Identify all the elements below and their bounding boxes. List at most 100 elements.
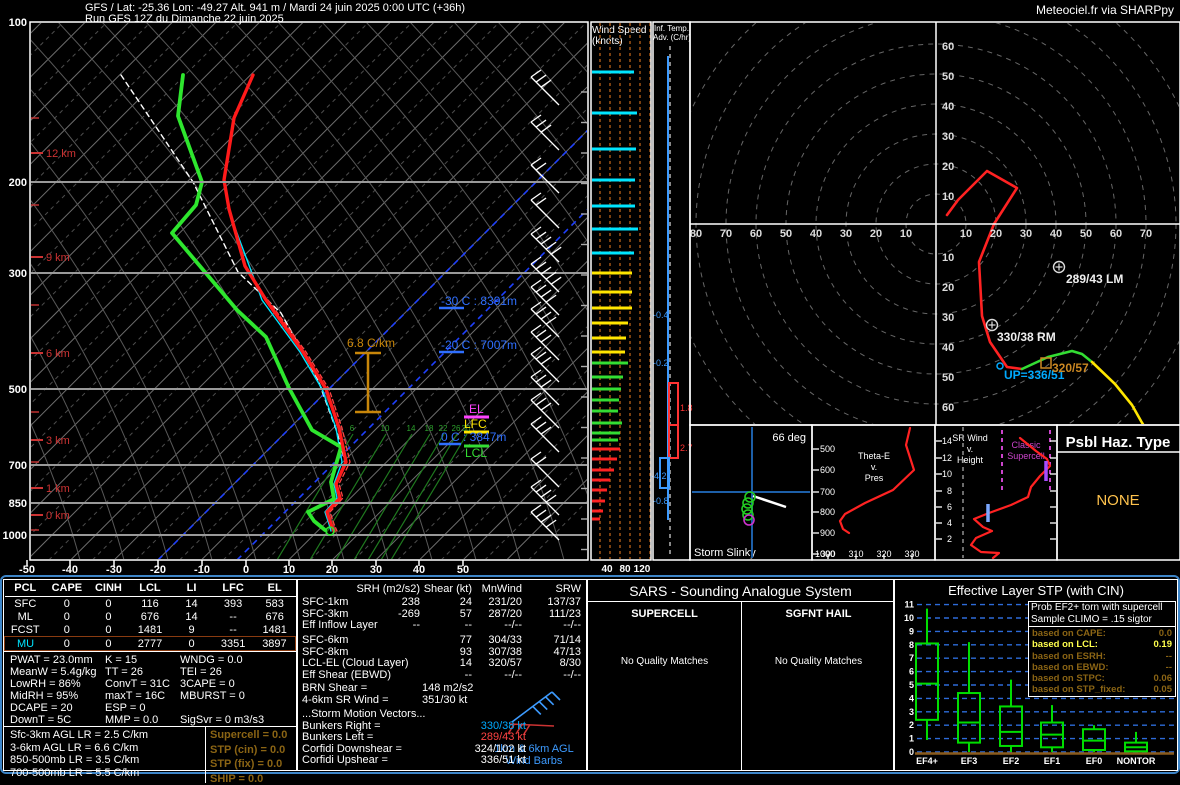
parcel-cell: 0	[46, 623, 88, 637]
wind-speed-bar	[592, 458, 617, 461]
wind-axis-label: 80	[619, 564, 631, 575]
hodo-axis-label: 60	[942, 402, 954, 414]
kinematics-cell: --/--	[524, 619, 581, 631]
kinematics-cell: LCL-EL (Cloud Layer)	[302, 657, 409, 669]
storm-motion-title-row: ...Storm Motion Vectors...	[298, 708, 586, 720]
wind-axis-label: 40	[601, 564, 613, 575]
pressure-label: 700	[9, 460, 27, 472]
srwind-title-1: SR Wind	[952, 433, 988, 443]
wind-speed-bar	[592, 351, 625, 354]
wind-speed-bar	[592, 510, 603, 513]
kinematics-row: SFC-3km-26957287/20111/23	[298, 608, 586, 620]
hodo-axis-label: 30	[942, 312, 954, 324]
hodo-axis-label: 30	[840, 228, 852, 240]
wind-speed-bar	[592, 422, 622, 425]
parcel-table-header-row: PCLCAPECINHLCLLILFCEL	[5, 582, 296, 597]
kinematics-cell: Bunkers Left =	[302, 731, 373, 743]
hodo-axis-label: 50	[942, 71, 954, 83]
kinematics-cell: 71/14	[524, 634, 581, 646]
theta-xlabel: 300	[820, 549, 835, 559]
isotherm-minor-line	[310, 22, 848, 560]
wind-speed-bar	[592, 337, 626, 340]
stp-yaxis-label: 2	[909, 720, 914, 730]
barb-flag	[531, 417, 541, 424]
parcel-table-row[interactable]: SFC0011614393583	[5, 597, 296, 611]
stp-yaxis-label: 8	[909, 640, 914, 650]
slinky-vector	[753, 496, 786, 507]
stp-yaxis-label: 11	[904, 600, 914, 610]
mixing-ratio-label: 6	[350, 424, 355, 433]
parcel-table-row[interactable]: MU002777033513897	[5, 637, 296, 651]
parcel-col-header: LCL	[129, 582, 171, 597]
stp-legend-label: based on EBWD:	[1032, 662, 1109, 673]
wind-speed-bar	[592, 376, 623, 379]
wind-speed-bar	[592, 148, 636, 151]
theta-ylabel: 800	[820, 507, 835, 517]
hodo-axis-label: 60	[750, 228, 762, 240]
kinematics-row: SFC-1km23824231/20137/37	[298, 596, 586, 608]
kinematics-cell: --/--	[474, 669, 522, 681]
km-label: 1 km	[46, 483, 70, 495]
downshear-label: 320/57	[1052, 361, 1089, 375]
barb-flag	[531, 70, 541, 77]
parcel-table-row[interactable]: ML0067614--676	[5, 610, 296, 623]
wind-speed-bar	[592, 388, 621, 391]
hodo-clip-group	[666, 0, 1180, 494]
kinematics-cell: 148 m2/s2	[422, 682, 473, 694]
stp-legend-row: based on ESRH:--	[1029, 651, 1175, 662]
stp-yaxis-label: 4	[909, 693, 914, 703]
barb-staff	[531, 332, 559, 360]
theta-title-3: Pres	[865, 473, 884, 483]
hodo-axis-label: 50	[1080, 228, 1092, 240]
pressure-label: 850	[9, 498, 27, 510]
stp-legend-value: 0.19	[1154, 639, 1173, 650]
stp-yaxis-label: 1	[909, 734, 914, 744]
barb-staff	[531, 354, 559, 382]
wetbulb-curve	[228, 209, 342, 531]
lcl-label: LCL	[465, 446, 487, 460]
stp-legend-row: based on LCL: 0.19	[1029, 639, 1175, 650]
srwind-title-2: v.	[967, 444, 973, 454]
stp-title: Effective Layer STP (with CIN)	[895, 583, 1177, 598]
stp-legend-label: based on LCL:	[1032, 639, 1098, 650]
hazard-value: NONE	[1096, 492, 1139, 509]
parcel-col-header: PCL	[5, 582, 47, 597]
barb-staff	[531, 287, 559, 315]
composite-line: STP (fix) = 0.0	[210, 758, 296, 771]
km-label: 0 km	[46, 510, 70, 522]
parcel-cell: 3351	[212, 637, 254, 651]
hodo-axis-label: 20	[870, 228, 882, 240]
wind-panel-units: (knots)	[592, 36, 623, 47]
barb-flag	[541, 357, 551, 364]
barb-flag	[536, 457, 546, 464]
hodo-axis-label: 60	[942, 41, 954, 53]
barb-flag	[536, 75, 546, 82]
classic-supercell-label-1: Classic	[1011, 440, 1041, 450]
stp-yaxis-label: 6	[909, 667, 914, 677]
stp-legend-row: based on STPC:0.06	[1029, 673, 1175, 684]
barb-staff	[531, 264, 559, 292]
wind-speed-bar	[592, 500, 605, 503]
barb-flag	[546, 495, 556, 502]
isotherm-minor-line	[0, 22, 500, 560]
parcel-cell: 0	[88, 637, 130, 651]
kinematics-cell: 336/51 kt	[418, 754, 526, 766]
sr-ylabel: 6	[947, 502, 952, 512]
isotherm-minor-line	[0, 22, 412, 560]
wind-speed-bar	[592, 228, 638, 231]
parcel-table-row[interactable]: FCST0014819--1481	[5, 623, 296, 637]
kinematics-cell: SFC-8km	[302, 646, 348, 658]
stp-legend-rows: based on CAPE:0.0based on LCL:0.19based …	[1029, 628, 1175, 696]
wind-speed-bar	[592, 272, 632, 275]
adv-box	[669, 383, 678, 425]
kinematics-cell: 231/20	[474, 596, 522, 608]
stp-legend-line2: Sample CLIMO = .15 sigtor	[1029, 614, 1175, 626]
wind-speed-bar	[592, 439, 618, 442]
temp-advection-panel: Inf. Temp. Adv. (C/hr) -0.4-0.21.82.7-4.…	[651, 22, 693, 560]
stp-legend-row: based on STP_fixed:0.05	[1029, 684, 1175, 695]
barb-flag	[546, 295, 556, 302]
pressure-label: 1000	[3, 530, 27, 542]
kinematics-cell: BRN Shear =	[302, 682, 367, 694]
thermo-indices: PWAT = 23.0mm MeanW = 5.4g/kg LowRH = 86…	[4, 651, 296, 726]
wind-speed-bar	[592, 432, 620, 435]
